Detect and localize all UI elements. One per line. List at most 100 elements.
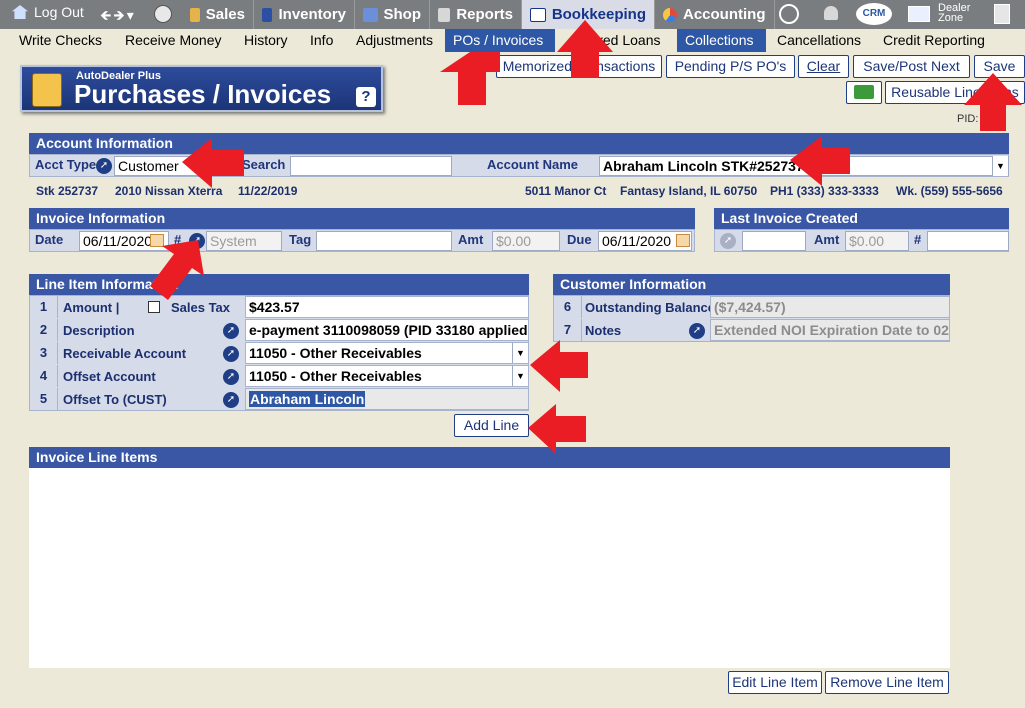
acct-type-field[interactable]: Customer — [114, 156, 238, 176]
due-calendar-icon[interactable] — [676, 234, 690, 247]
line-item-table: 1 Amount | Sales Tax $423.57 2 Descripti… — [29, 295, 529, 411]
amt-label: Amt — [458, 232, 484, 247]
tab-reports[interactable]: Reports — [430, 0, 522, 29]
submenu-pos-invoices[interactable]: POs / Invoices — [445, 29, 555, 52]
offset-account-select[interactable]: 11050 - Other Receivables — [245, 365, 529, 387]
submenu-cancellations[interactable]: Cancellations — [769, 29, 869, 52]
submenu-adjustments[interactable]: Adjustments — [348, 29, 441, 52]
sales-tax-checkbox[interactable] — [148, 301, 160, 313]
row-number: 2 — [30, 319, 58, 341]
acct-type-label: Acct Type — [35, 157, 97, 172]
page-title: Purchases / Invoices — [74, 79, 332, 109]
notes-label: Notes — [585, 323, 622, 338]
account-name-field[interactable]: Abraham Lincoln STK#252737 — [599, 156, 1009, 176]
chevron-down-icon[interactable]: ▼ — [512, 343, 528, 363]
submenu-history[interactable]: History — [236, 29, 296, 52]
line-item-info-header: Line Item Information — [29, 274, 529, 295]
receivable-account-select[interactable]: 11050 - Other Receivables — [245, 342, 529, 364]
row-number: 4 — [30, 365, 58, 387]
tag-label: Tag — [289, 232, 312, 247]
row-number: 5 — [30, 388, 58, 410]
submenu-credit-reporting[interactable]: Credit Reporting — [875, 29, 993, 52]
invoice-number-lookup-icon[interactable]: ➚ — [189, 233, 205, 249]
edit-line-item-button[interactable]: Edit Line Item — [728, 671, 822, 694]
receivable-account-label: Receivable Account — [63, 346, 187, 361]
save-button[interactable]: Save — [974, 55, 1025, 78]
pending-ps-pos-button[interactable]: Pending P/S PO's — [666, 55, 795, 78]
open-folder-button[interactable] — [846, 81, 882, 104]
add-line-button[interactable]: Add Line — [454, 414, 529, 437]
calendar-icon[interactable] — [150, 234, 164, 247]
sales-icon — [190, 7, 200, 22]
last-invoice-lookup-icon[interactable]: ➚ — [720, 233, 736, 249]
submenu-receive-money[interactable]: Receive Money — [117, 29, 230, 52]
wrench-icon — [363, 7, 378, 22]
submenu-info[interactable]: Info — [302, 29, 341, 52]
crm-icon[interactable]: CRM — [856, 3, 892, 25]
offset-to-lookup-icon[interactable]: ➚ — [223, 392, 239, 408]
customer-info-table: 6 Outstanding Balance ($7,424.57) 7 Note… — [553, 295, 950, 342]
vehicle-description: 2010 Nissan Xterra — [115, 184, 223, 198]
reusable-line-items-button[interactable]: Reusable Line Items — [885, 81, 1025, 104]
bell-icon[interactable] — [820, 4, 842, 24]
date-label: Date — [35, 232, 64, 247]
help-icon[interactable]: ? — [356, 87, 376, 107]
remove-line-item-button[interactable]: Remove Line Item — [825, 671, 949, 694]
calculator-icon[interactable] — [994, 4, 1010, 24]
reports-icon — [438, 7, 451, 22]
account-name-label: Account Name — [487, 157, 579, 172]
acct-type-lookup-icon[interactable]: ➚ — [96, 158, 112, 174]
submenu-floored-loans[interactable]: Floored Loans — [563, 29, 669, 52]
dealer-zone-link[interactable]: Dealer Zone — [908, 2, 978, 26]
receivable-account-lookup-icon[interactable]: ➚ — [223, 346, 239, 362]
row-number: 3 — [30, 342, 58, 364]
offset-account-lookup-icon[interactable]: ➚ — [223, 369, 239, 385]
search-input[interactable] — [290, 156, 452, 176]
settings-gear-icon[interactable] — [779, 4, 799, 24]
autodealer-logo-icon — [32, 73, 62, 107]
row-number: 6 — [554, 296, 582, 318]
last-invoice-field — [742, 231, 806, 251]
notes-field[interactable]: Extended NOI Expiration Date to 02/16 — [710, 319, 950, 341]
sub-menu: Write Checks Receive Money History Info … — [0, 29, 1025, 52]
clear-button[interactable]: Clear — [798, 55, 849, 78]
offset-account-label: Offset Account — [63, 369, 156, 384]
outstanding-balance-value: ($7,424.57) — [710, 296, 950, 318]
row-number: 7 — [554, 319, 582, 341]
memorized-transactions-button[interactable]: Memorized Transactions — [496, 55, 662, 78]
chevron-down-icon[interactable]: ▼ — [512, 366, 528, 386]
tab-shop[interactable]: Shop — [355, 0, 430, 29]
tag-input[interactable] — [316, 231, 452, 251]
amount-label: Amount | — [63, 300, 120, 315]
last-invoice-header: Last Invoice Created — [714, 208, 1009, 229]
due-label: Due — [567, 232, 592, 247]
account-date: 11/22/2019 — [238, 184, 298, 198]
submenu-collections[interactable]: Collections — [677, 29, 766, 52]
description-lookup-icon[interactable]: ➚ — [223, 323, 239, 339]
customer-info-header: Customer Information — [553, 274, 950, 295]
amount-field[interactable]: $423.57 — [245, 296, 529, 318]
history-arrows[interactable]: 🡸🡺▾ — [100, 5, 136, 29]
notes-lookup-icon[interactable]: ➚ — [689, 323, 705, 339]
phone-1: PH1 (333) 333-3333 — [770, 184, 879, 198]
chevron-down-icon[interactable]: ▼ — [992, 156, 1008, 176]
invoice-amount-field[interactable]: $0.00 — [492, 231, 560, 251]
invoice-info-row: Date 06/11/2020 # ➚ System Tag Amt $0.00… — [29, 229, 695, 252]
top-nav: Log Out 🡸🡺▾ Sales Inventory Shop Reports… — [0, 0, 1025, 29]
book-icon — [530, 7, 546, 22]
logout-link[interactable]: Log Out — [12, 4, 84, 20]
submenu-write-checks[interactable]: Write Checks — [11, 29, 110, 52]
invoice-line-items-list[interactable] — [29, 468, 950, 668]
tab-sales[interactable]: Sales — [182, 0, 254, 29]
tab-inventory[interactable]: Inventory — [254, 0, 355, 29]
last-invoice-number — [927, 231, 1009, 251]
invoice-number-field[interactable]: System — [206, 231, 282, 251]
user-avatar-icon[interactable] — [154, 5, 172, 23]
description-field[interactable]: e-payment 3110098059 (PID 33180 applied … — [245, 319, 529, 341]
search-label: Search — [242, 157, 286, 172]
offset-to-field[interactable]: Abraham Lincoln — [245, 388, 529, 410]
save-post-next-button[interactable]: Save/Post Next — [853, 55, 970, 78]
tab-accounting[interactable]: Accounting — [655, 0, 775, 29]
tab-bookkeeping[interactable]: Bookkeeping — [522, 0, 655, 29]
home-icon — [12, 5, 28, 19]
